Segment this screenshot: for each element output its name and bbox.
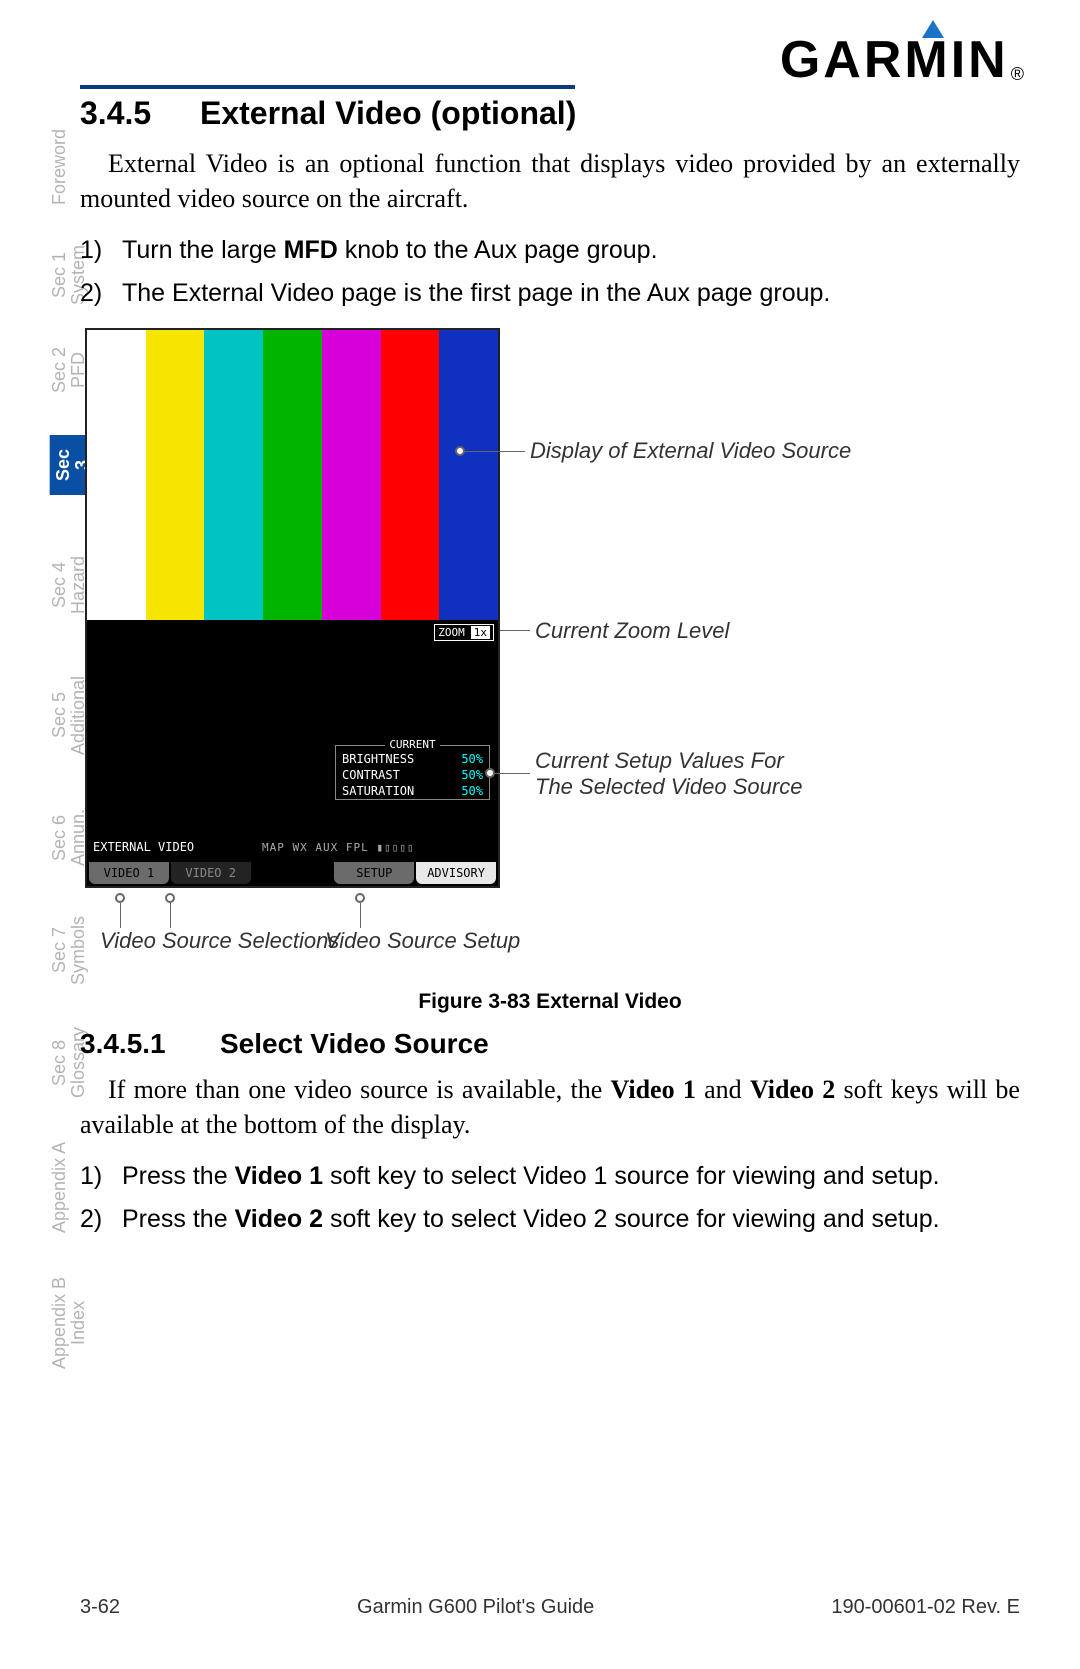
softkey-setup[interactable]: SETUP xyxy=(334,862,414,884)
callout-line xyxy=(120,903,121,928)
steps-list-1: 1)Turn the large MFD knob to the Aux pag… xyxy=(80,236,1020,308)
zoom-label: ZOOM xyxy=(438,626,465,639)
callout-dot-icon xyxy=(115,893,125,903)
current-setup-box: CURRENT BRIGHTNESS50% CONTRAST50% SATURA… xyxy=(335,745,490,800)
callout-line xyxy=(360,903,361,928)
color-bar-magenta xyxy=(322,330,381,620)
saturation-label: SATURATION xyxy=(342,784,414,798)
sub-step-1: 1)Press the Video 1 soft key to select V… xyxy=(80,1162,1020,1191)
footer-page-number: 3-62 xyxy=(80,1596,120,1619)
callout-line xyxy=(465,451,525,452)
saturation-value: 50% xyxy=(461,784,483,798)
color-bar-cyan xyxy=(204,330,263,620)
step-1: 1)Turn the large MFD knob to the Aux pag… xyxy=(80,236,1020,265)
sidebar-section-tabs: Foreword Sec 1System Sec 2PFD Sec 3MFD S… xyxy=(50,130,80,1410)
sidebar-appendix-a: Appendix A xyxy=(50,1140,69,1235)
sidebar-foreword: Foreword xyxy=(50,130,69,205)
callout-video-source-setup: Video Source Setup xyxy=(325,928,520,954)
section-title-text: External Video (optional) xyxy=(200,95,576,131)
color-bar-blue xyxy=(439,330,498,620)
softkey-row: VIDEO 1 VIDEO 2 SETUP ADVISORY xyxy=(87,860,498,886)
footer-doc-title: Garmin G600 Pilot's Guide xyxy=(357,1596,594,1619)
callout-video-source-selections: Video Source Selections xyxy=(100,928,339,954)
current-header: CURRENT xyxy=(385,738,439,751)
subsection-title: Select Video Source xyxy=(220,1028,489,1059)
garmin-logo: GARMIN ® xyxy=(780,30,1022,90)
color-bar-green xyxy=(263,330,322,620)
contrast-label: CONTRAST xyxy=(342,768,400,782)
callout-line xyxy=(500,630,530,631)
zoom-value: 1x xyxy=(471,626,490,639)
callout-zoom-level: Current Zoom Level xyxy=(535,618,729,644)
sidebar-appendix-b: Appendix BIndex xyxy=(50,1275,88,1370)
footer-revision: 190-00601-02 Rev. E xyxy=(831,1596,1020,1619)
sub-step-2: 2)Press the Video 2 soft key to select V… xyxy=(80,1205,1020,1234)
color-bars xyxy=(87,330,498,620)
callout-dot-icon xyxy=(165,893,175,903)
subsection-intro: If more than one video source is availab… xyxy=(80,1072,1020,1142)
callout-setup-values: Current Setup Values ForThe Selected Vid… xyxy=(535,748,802,800)
main-content: 3.4.5External Video (optional) External … xyxy=(80,95,1020,1254)
zoom-indicator: ZOOM 1x xyxy=(434,624,494,641)
softkey-advisory[interactable]: ADVISORY xyxy=(416,862,496,884)
step-2: 2)The External Video page is the first p… xyxy=(80,279,1020,308)
page-group-indicator: MAP WX AUX FPL ▮▯▯▯▯ xyxy=(262,841,414,854)
steps-list-2: 1)Press the Video 1 soft key to select V… xyxy=(80,1162,1020,1234)
screen-page-title: EXTERNAL VIDEO xyxy=(93,840,194,854)
color-bar-yellow xyxy=(146,330,205,620)
callout-dot-icon xyxy=(355,893,365,903)
header-rule xyxy=(80,85,575,89)
garmin-logo-text: GARMIN xyxy=(780,30,1009,90)
softkey-video1[interactable]: VIDEO 1 xyxy=(89,862,169,884)
section-heading: 3.4.5External Video (optional) xyxy=(80,95,1020,132)
garmin-trademark-dot: ® xyxy=(1011,64,1024,85)
softkey-video2[interactable]: VIDEO 2 xyxy=(171,862,251,884)
contrast-value: 50% xyxy=(461,768,483,782)
subsection-heading: 3.4.5.1Select Video Source xyxy=(80,1028,1020,1060)
subsection-number: 3.4.5.1 xyxy=(80,1028,220,1060)
callout-line xyxy=(170,903,171,928)
page-footer: 3-62 Garmin G600 Pilot's Guide 190-00601… xyxy=(80,1596,1020,1619)
softkey-empty xyxy=(253,862,333,884)
color-bar-red xyxy=(381,330,440,620)
figure-caption: Figure 3-83 External Video xyxy=(80,990,1020,1014)
brightness-label: BRIGHTNESS xyxy=(342,752,414,766)
garmin-delta-icon xyxy=(922,20,944,38)
color-bar-white xyxy=(87,330,146,620)
section-intro: External Video is an optional function t… xyxy=(80,146,1020,216)
mfd-screen: ZOOM 1x CURRENT BRIGHTNESS 50% CONTRAST 50… xyxy=(85,328,500,888)
brightness-value: 50% xyxy=(461,752,483,766)
callout-line xyxy=(495,773,530,774)
figure-external-video: ZOOM 1x CURRENT BRIGHTNESS 50% CONTRAST 50… xyxy=(80,328,1020,988)
section-number: 3.4.5 xyxy=(80,95,200,132)
callout-display-source: Display of External Video Source xyxy=(530,438,851,464)
